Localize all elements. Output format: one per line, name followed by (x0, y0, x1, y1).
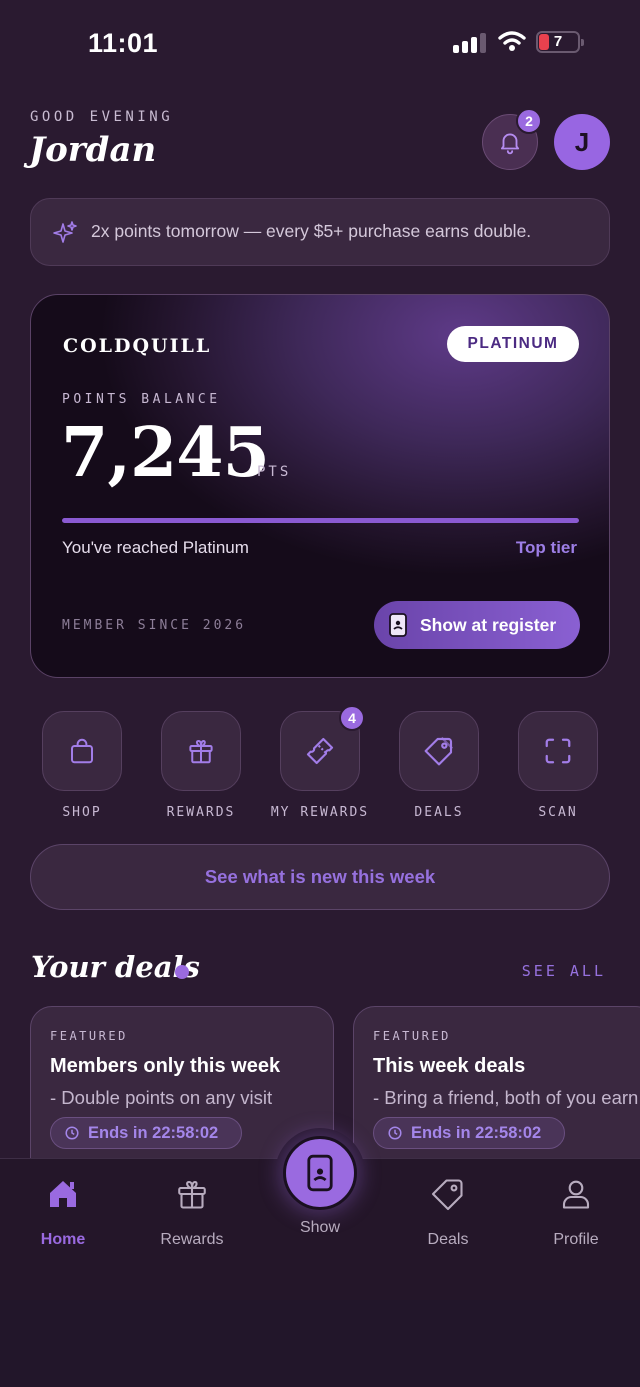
quick-action-label: MY REWARDS (270, 805, 370, 820)
deals-section-title: Your deals (31, 950, 200, 984)
notification-badge: 2 (516, 108, 542, 134)
deal-timer-text: Ends in 22:58:02 (411, 1123, 542, 1142)
deals-indicator-dot (175, 965, 189, 979)
battery-level: 7 (553, 33, 563, 50)
quick-action-scan[interactable]: SCAN (518, 711, 598, 820)
deal-tag: FEATURED (373, 1029, 451, 1043)
bell-icon (500, 133, 520, 155)
sparkle-icon (53, 221, 77, 243)
scan-frame-icon (545, 738, 571, 764)
nav-home[interactable]: Home (13, 1176, 113, 1249)
see-all-link[interactable]: SEE ALL (522, 962, 606, 980)
nav-rewards[interactable]: Rewards (142, 1176, 242, 1249)
tier-note: Top tier (515, 538, 577, 557)
nav-profile[interactable]: Profile (526, 1176, 626, 1249)
below-screen-area (0, 1300, 640, 1387)
my-rewards-count-badge: 4 (339, 705, 365, 731)
deal-tag: FEATURED (50, 1029, 128, 1043)
deal-timer: Ends in 22:58:02 (373, 1117, 565, 1149)
avatar[interactable]: J (554, 114, 610, 170)
deal-subtitle: - Bring a friend, both of you earn (373, 1087, 639, 1108)
home-icon (50, 1181, 76, 1207)
nav-home-label: Home (40, 1231, 86, 1248)
phone-badge-icon (307, 1154, 333, 1192)
tier-progress-fill (62, 518, 579, 523)
promo-banner[interactable]: 2x points tomorrow — every $5+ purchase … (30, 198, 610, 266)
nav-profile-label: Profile (553, 1231, 599, 1248)
quick-action-tile[interactable] (518, 711, 598, 791)
nav-show-label: Show (299, 1219, 341, 1236)
tier-status-text: You've reached Platinum (62, 538, 249, 557)
quick-action-tile[interactable] (161, 711, 241, 791)
status-bar: 11:01 7 (0, 0, 640, 86)
battery-icon: 7 (536, 31, 584, 53)
person-icon (562, 1180, 590, 1209)
quick-action-tile[interactable] (42, 711, 122, 791)
shopping-bag-icon (71, 738, 93, 764)
quick-action-label: REWARDS (166, 805, 236, 820)
loyalty-card: COLDQUILL PLATINUM POINTS BALANCE 7,245 … (30, 294, 610, 678)
quick-action-label: SCAN (538, 805, 578, 820)
tag-icon (424, 736, 454, 766)
points-label: POINTS BALANCE (62, 392, 221, 407)
show-fab-button[interactable] (283, 1136, 357, 1210)
quick-action-label: DEALS (414, 805, 464, 820)
deal-title: Members only this week (50, 1055, 281, 1077)
points-unit: PTS (257, 464, 292, 480)
deal-timer: Ends in 22:58:02 (50, 1117, 242, 1149)
quick-action-tile[interactable] (399, 711, 479, 791)
tier-progress-bar (62, 518, 579, 523)
promo-text: 2x points tomorrow — every $5+ purchase … (91, 221, 532, 241)
quick-action-label: SHOP (62, 805, 102, 820)
status-time: 11:01 (88, 28, 159, 58)
phone-badge-icon (389, 613, 407, 637)
deal-title: This week deals (373, 1055, 526, 1077)
tag-icon (431, 1179, 463, 1211)
nav-deals[interactable]: Deals (398, 1176, 498, 1249)
nav-rewards-label: Rewards (160, 1231, 224, 1248)
quick-action-deals[interactable]: DEALS (399, 711, 479, 820)
avatar-initial: J (574, 126, 590, 157)
member-since: MEMBER SINCE 2026 (62, 618, 247, 633)
ticket-icon (306, 737, 334, 765)
gift-icon (189, 740, 213, 764)
app-screen: 11:01 7 GOOD EVENING Jordan 2 J 2x point… (0, 0, 640, 1300)
wifi-icon (498, 31, 526, 51)
deal-subtitle: - Double points on any visit (50, 1087, 273, 1108)
nav-deals-label: Deals (427, 1231, 469, 1248)
cellular-signal-icon (453, 33, 487, 53)
clock-icon (65, 1126, 79, 1140)
user-name: Jordan (29, 130, 157, 170)
brand-name: COLDQUILL (63, 335, 212, 357)
deal-timer-text: Ends in 22:58:02 (88, 1123, 219, 1142)
points-balance: 7,245 (61, 413, 270, 493)
clock-icon (388, 1126, 402, 1140)
show-at-register-button[interactable]: Show at register (374, 601, 580, 649)
quick-action-shop[interactable]: SHOP (42, 711, 122, 820)
whats-new-button[interactable]: See what is new this week (30, 844, 610, 910)
show-at-register-label: Show at register (420, 614, 557, 635)
quick-action-rewards[interactable]: REWARDS (161, 711, 241, 820)
greeting-label: GOOD EVENING (30, 109, 174, 125)
tier-badge: PLATINUM (447, 326, 579, 362)
gift-icon (178, 1180, 206, 1209)
